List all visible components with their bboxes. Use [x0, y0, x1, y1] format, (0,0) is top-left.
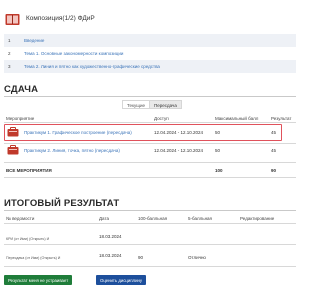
- topic-number: 3: [8, 64, 11, 69]
- table-divider: [4, 266, 296, 267]
- column-header-event: Мероприятие: [6, 116, 35, 121]
- column-header-result: Результат: [271, 116, 292, 121]
- total-label: ВСЕ МЕРОПРИЯТИЯ: [6, 168, 52, 173]
- course-header: Композиция(1/2) ФДиР: [0, 10, 300, 32]
- result-value: 45: [271, 130, 277, 135]
- column-header-score100: 100-балльная: [138, 216, 168, 221]
- statement-date: 18.03.2024: [99, 234, 122, 239]
- table-divider: [4, 223, 296, 224]
- topic-row: 1 Введение: [4, 34, 296, 47]
- score5-value: Отлично: [188, 255, 206, 260]
- topic-link[interactable]: Тема 2. Линия и пятно как художественно-…: [24, 64, 160, 69]
- table-divider: [4, 143, 296, 144]
- topic-number: 1: [8, 38, 11, 43]
- max-score-value: 50: [215, 130, 221, 135]
- column-header-date: Дата: [99, 216, 109, 221]
- statement-date: 18.03.2024: [99, 253, 122, 258]
- submission-title: СДАЧА: [4, 84, 39, 95]
- table-divider: [4, 177, 296, 178]
- table-divider: [4, 162, 296, 163]
- event-link[interactable]: Практикум 1. Графическое построение (пер…: [24, 130, 132, 135]
- course-title: Композиция(1/2) ФДиР: [26, 15, 95, 22]
- table-divider: [4, 244, 296, 245]
- result-value: 45: [271, 148, 277, 153]
- tab-current[interactable]: Текущие: [122, 100, 150, 109]
- rate-discipline-button[interactable]: Оценить дисциплину: [96, 275, 146, 285]
- section-divider: [4, 210, 296, 211]
- total-max-score: 100: [215, 168, 223, 173]
- column-header-edit: Редактирование: [240, 216, 275, 221]
- total-result: 90: [271, 168, 277, 173]
- score100-value: 90: [138, 255, 144, 260]
- access-dates: 12.04.2024 - 12.10.2024: [154, 130, 204, 135]
- access-dates: 12.04.2024 - 12.10.2024: [154, 148, 204, 153]
- homework-icon: [7, 145, 19, 155]
- section-divider: [4, 96, 296, 97]
- table-divider: [4, 122, 296, 123]
- final-result-title: ИТОГОВЫЙ РЕЗУЛЬТАТ: [4, 198, 120, 209]
- topic-number: 2: [8, 51, 11, 56]
- topic-row: 2 Тема 1. Основные закономерности композ…: [4, 47, 296, 60]
- max-score-value: 50: [215, 148, 221, 153]
- book-icon: [5, 14, 20, 25]
- column-header-score5: 5-балльная: [188, 216, 212, 221]
- topic-link[interactable]: Введение: [24, 38, 44, 43]
- topic-link[interactable]: Тема 1. Основные закономерности композиц…: [24, 51, 123, 56]
- statement-link[interactable]: КРИ (от Ими) (Открыть) И: [6, 237, 49, 241]
- statement-link[interactable]: Пересдача (от Ими) (Открыть) И: [6, 256, 60, 260]
- topic-row: 3 Тема 2. Линия и пятно как художественн…: [4, 60, 296, 73]
- tab-retake[interactable]: Пересдача: [149, 100, 182, 109]
- column-header-access: Доступ: [154, 116, 169, 121]
- not-satisfied-button[interactable]: Результат меня не устраивает: [4, 275, 73, 285]
- column-header-statement: № ведомости: [6, 216, 35, 221]
- topics-list: 1 Введение 2 Тема 1. Основные закономерн…: [4, 34, 296, 73]
- event-link[interactable]: Практикум 2. Линия, точка, пятно (пересд…: [24, 148, 120, 153]
- column-header-max-score: Максимальный балл: [215, 116, 259, 121]
- submission-tabs: Текущие Пересдача: [122, 100, 182, 109]
- homework-icon: [7, 127, 19, 137]
